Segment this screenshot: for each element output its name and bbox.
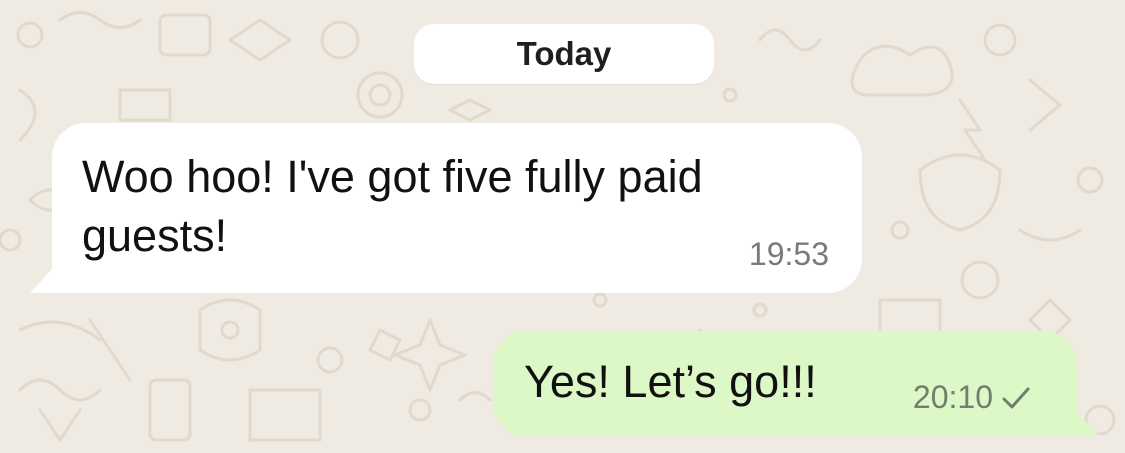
message-timestamp: 20:10 — [912, 379, 993, 415]
incoming-message-bubble[interactable]: Woo hoo! I've got five fully paid guests… — [30, 123, 862, 293]
date-divider-label: Today — [516, 35, 612, 72]
bubble-tail — [1075, 410, 1099, 436]
single-check-icon — [1002, 387, 1030, 408]
bubble-tail — [30, 267, 54, 293]
date-divider: Today — [414, 24, 714, 84]
message-timestamp: 19:53 — [748, 236, 829, 272]
message-meta: 20:10 — [913, 379, 1031, 416]
message-text: Woo hoo! I've got five fully paid guests… — [82, 151, 703, 261]
message-text: Yes! Let’s go!!! — [524, 356, 817, 407]
outgoing-message-bubble[interactable]: Yes! Let’s go!!! 20:10 — [493, 331, 1099, 436]
